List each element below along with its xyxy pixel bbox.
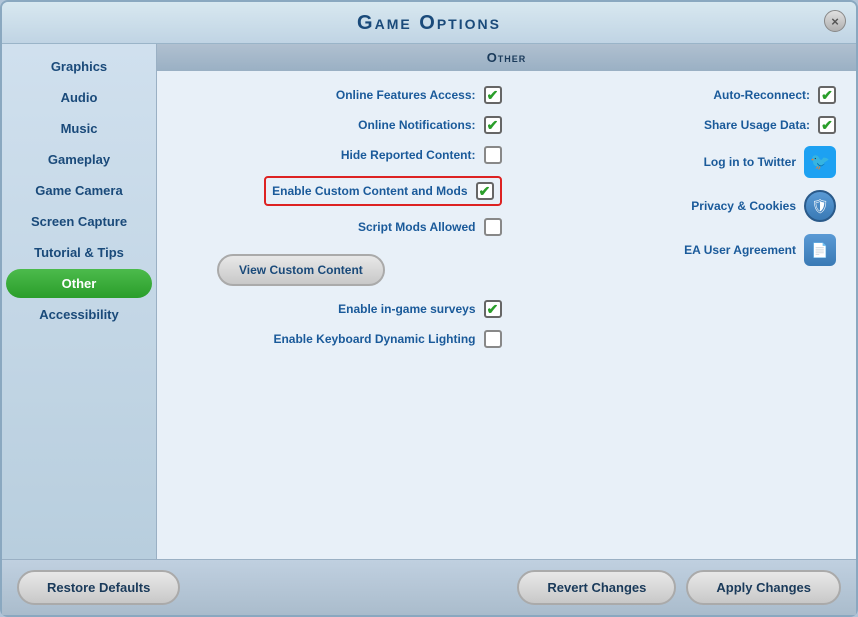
title-bar: Game Options × bbox=[2, 2, 856, 44]
twitter-icon: 🐦 bbox=[810, 152, 830, 172]
ea-agreement-label: EA User Agreement bbox=[684, 243, 796, 257]
view-custom-content-button[interactable]: View Custom Content bbox=[217, 254, 385, 286]
sidebar-item-gameplay[interactable]: Gameplay bbox=[6, 145, 152, 174]
keyboard-lighting-checkbox[interactable] bbox=[484, 330, 502, 348]
twitter-label: Log in to Twitter bbox=[704, 155, 796, 169]
share-usage-label: Share Usage Data: bbox=[704, 118, 810, 132]
hide-reported-label: Hide Reported Content: bbox=[341, 148, 476, 162]
close-button[interactable]: × bbox=[824, 10, 846, 32]
setting-hide-reported: Hide Reported Content: bbox=[177, 146, 502, 164]
bottom-right-buttons: Revert Changes Apply Changes bbox=[517, 570, 841, 605]
checkmark-icon: ✔ bbox=[487, 301, 499, 318]
checkmark-icon: ✔ bbox=[821, 117, 833, 134]
twitter-button[interactable]: 🐦 bbox=[804, 146, 836, 178]
enable-custom-highlight: Enable Custom Content and Mods ✔ bbox=[264, 176, 501, 206]
checkmark-icon: ✔ bbox=[487, 87, 499, 104]
restore-defaults-button[interactable]: Restore Defaults bbox=[17, 570, 180, 605]
online-features-label: Online Features Access: bbox=[336, 88, 476, 102]
settings-right-column: Auto-Reconnect: ✔ Share Usage Data: ✔ bbox=[512, 86, 837, 544]
document-icon: 📄 bbox=[811, 242, 828, 259]
enable-ingame-checkbox[interactable]: ✔ bbox=[484, 300, 502, 318]
setting-script-mods: Script Mods Allowed bbox=[177, 218, 502, 236]
online-notifications-label: Online Notifications: bbox=[358, 118, 475, 132]
setting-keyboard-lighting: Enable Keyboard Dynamic Lighting bbox=[177, 330, 502, 348]
setting-privacy: Privacy & Cookies 🛡 bbox=[512, 190, 837, 222]
settings-columns: Online Features Access: ✔ Online Notific… bbox=[177, 86, 836, 544]
sidebar-item-music[interactable]: Music bbox=[6, 114, 152, 143]
window-title: Game Options bbox=[357, 12, 501, 34]
game-options-window: Game Options × Graphics Audio Music Game… bbox=[0, 0, 858, 617]
privacy-label: Privacy & Cookies bbox=[691, 199, 796, 213]
setting-ea-agreement: EA User Agreement 📄 bbox=[512, 234, 837, 266]
enable-ingame-label: Enable in-game surveys bbox=[338, 302, 475, 316]
setting-twitter: Log in to Twitter 🐦 bbox=[512, 146, 837, 178]
auto-reconnect-checkbox[interactable]: ✔ bbox=[818, 86, 836, 104]
checkmark-icon: ✔ bbox=[479, 183, 491, 200]
bottom-bar: Restore Defaults Revert Changes Apply Ch… bbox=[2, 559, 856, 615]
setting-auto-reconnect: Auto-Reconnect: ✔ bbox=[512, 86, 837, 104]
apply-changes-button[interactable]: Apply Changes bbox=[686, 570, 841, 605]
keyboard-lighting-label: Enable Keyboard Dynamic Lighting bbox=[273, 332, 475, 346]
setting-online-features: Online Features Access: ✔ bbox=[177, 86, 502, 104]
auto-reconnect-label: Auto-Reconnect: bbox=[713, 88, 810, 102]
sidebar-item-graphics[interactable]: Graphics bbox=[6, 52, 152, 81]
hide-reported-checkbox[interactable] bbox=[484, 146, 502, 164]
shield-icon: 🛡 bbox=[811, 198, 829, 215]
enable-custom-checkbox[interactable]: ✔ bbox=[476, 182, 494, 200]
sidebar: Graphics Audio Music Gameplay Game Camer… bbox=[2, 44, 157, 559]
privacy-button[interactable]: 🛡 bbox=[804, 190, 836, 222]
checkmark-icon: ✔ bbox=[821, 87, 833, 104]
sidebar-item-screen-capture[interactable]: Screen Capture bbox=[6, 207, 152, 236]
share-usage-checkbox[interactable]: ✔ bbox=[818, 116, 836, 134]
main-area: Graphics Audio Music Gameplay Game Camer… bbox=[2, 44, 856, 559]
settings-left-column: Online Features Access: ✔ Online Notific… bbox=[177, 86, 502, 544]
setting-online-notifications: Online Notifications: ✔ bbox=[177, 116, 502, 134]
checkmark-icon: ✔ bbox=[487, 117, 499, 134]
script-mods-label: Script Mods Allowed bbox=[358, 220, 476, 234]
content-area: Other Online Features Access: ✔ bbox=[157, 44, 856, 559]
view-custom-row: View Custom Content bbox=[177, 252, 502, 288]
sidebar-item-game-camera[interactable]: Game Camera bbox=[6, 176, 152, 205]
setting-enable-custom: Enable Custom Content and Mods ✔ bbox=[177, 176, 502, 206]
sidebar-item-audio[interactable]: Audio bbox=[6, 83, 152, 112]
sidebar-item-accessibility[interactable]: Accessibility bbox=[6, 300, 152, 329]
settings-area: Online Features Access: ✔ Online Notific… bbox=[157, 71, 856, 559]
setting-enable-ingame: Enable in-game surveys ✔ bbox=[177, 300, 502, 318]
sidebar-item-other[interactable]: Other bbox=[6, 269, 152, 298]
sidebar-item-tutorial-tips[interactable]: Tutorial & Tips bbox=[6, 238, 152, 267]
section-header: Other bbox=[157, 44, 856, 71]
online-features-checkbox[interactable]: ✔ bbox=[484, 86, 502, 104]
enable-custom-label: Enable Custom Content and Mods bbox=[272, 184, 467, 198]
online-notifications-checkbox[interactable]: ✔ bbox=[484, 116, 502, 134]
setting-share-usage: Share Usage Data: ✔ bbox=[512, 116, 837, 134]
ea-agreement-button[interactable]: 📄 bbox=[804, 234, 836, 266]
revert-changes-button[interactable]: Revert Changes bbox=[517, 570, 676, 605]
script-mods-checkbox[interactable] bbox=[484, 218, 502, 236]
